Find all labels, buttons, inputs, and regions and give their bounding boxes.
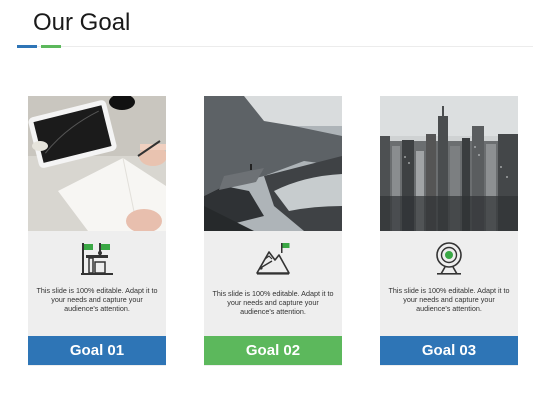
mountain-flag-icon [255,240,291,276]
accent-bar-green [41,45,61,48]
page-title: Our Goal [33,9,131,36]
accent-bar-blue [17,45,37,48]
flag-podium-icon [79,240,115,276]
goal-description: This slide is 100% editable. Adapt it to… [36,286,158,313]
mountain-lake-photo [204,96,342,231]
desk-tablet-photo [28,96,166,231]
target-stand-icon [431,240,467,276]
goal-card-1: This slide is 100% editable. Adapt it to… [28,96,166,366]
goal-card-2: This slide is 100% editable. Adapt it to… [204,96,342,366]
goal-card-3: This slide is 100% editable. Adapt it to… [380,96,518,366]
title-divider [17,46,533,47]
goal-description: This slide is 100% editable. Adapt it to… [388,286,510,313]
goal-01-button[interactable]: Goal 01 [28,336,166,365]
goal-03-button[interactable]: Goal 03 [380,336,518,365]
city-skyline-photo [380,96,518,231]
goal-02-button[interactable]: Goal 02 [204,336,342,365]
goal-description: This slide is 100% editable. Adapt it to… [212,289,334,316]
